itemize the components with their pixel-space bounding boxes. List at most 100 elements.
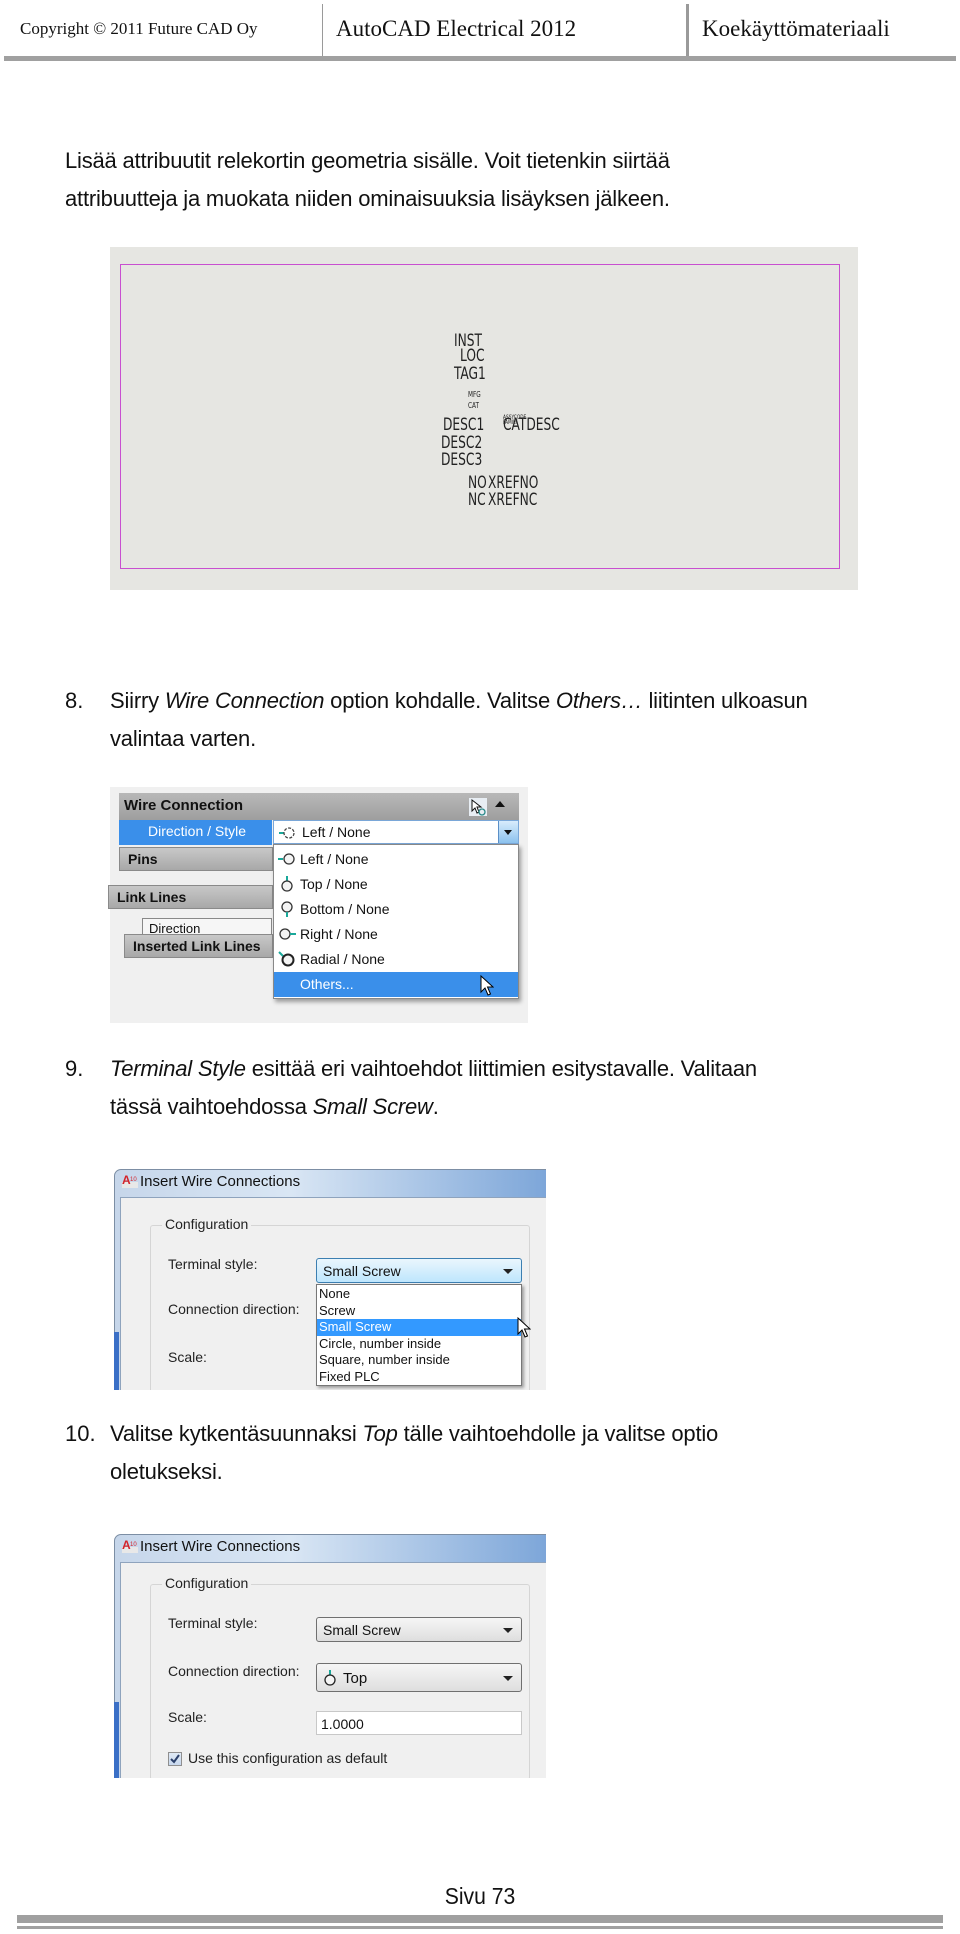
mouse-cursor-icon bbox=[480, 974, 495, 997]
left-connection-icon bbox=[278, 825, 296, 846]
configuration-group-label: Configuration bbox=[162, 1575, 252, 1591]
option-label: Right / None bbox=[300, 926, 378, 942]
step-9-emphasis: Terminal Style bbox=[110, 1056, 246, 1081]
option-none[interactable]: None bbox=[317, 1286, 521, 1303]
bottom-connection-icon bbox=[278, 901, 296, 917]
svg-text:10: 10 bbox=[130, 1177, 137, 1183]
page-header: Copyright © 2011 Future CAD Oy AutoCAD E… bbox=[0, 0, 960, 62]
pick-icon[interactable] bbox=[469, 798, 487, 816]
section-link-lines-label: Link Lines bbox=[117, 889, 187, 905]
terminal-style-label: Terminal style: bbox=[168, 1615, 258, 1631]
wire-connection-title: Wire Connection bbox=[124, 797, 244, 814]
option-top-none[interactable]: Top / None bbox=[274, 872, 518, 897]
header-divider bbox=[686, 4, 689, 58]
option-label: Left / None bbox=[300, 851, 369, 867]
autocad-app-icon: A 10 bbox=[122, 1538, 138, 1553]
attr-cat: CAT bbox=[468, 401, 479, 410]
scale-value: 1.0000 bbox=[321, 1716, 364, 1732]
step-9-text-part: esittää eri vaihtoehdot liittimien esity… bbox=[245, 1056, 757, 1081]
header-rule bbox=[4, 56, 956, 61]
attr-mfg: MFG bbox=[468, 390, 481, 399]
autocad-app-icon: A 10 bbox=[122, 1173, 138, 1188]
page-number: Sivu 73 bbox=[444, 1883, 516, 1909]
step-10-emphasis: Top bbox=[362, 1421, 398, 1446]
checkmark-icon bbox=[170, 1754, 180, 1764]
option-left-none[interactable]: Left / None bbox=[274, 847, 518, 872]
mouse-cursor-icon bbox=[517, 1316, 532, 1339]
option-label: Others... bbox=[300, 976, 354, 992]
cad-attribute-figure: INST LOC TAG1 MFG CAT ASSYCODE FAMILY DE… bbox=[110, 247, 858, 590]
chevron-down-icon bbox=[503, 1628, 513, 1633]
direction-style-value: Left / None bbox=[302, 824, 371, 840]
scale-input[interactable]: 1.0000 bbox=[316, 1711, 522, 1735]
terminal-style-combo[interactable]: Small Screw bbox=[316, 1258, 522, 1283]
connection-direction-label: Connection direction: bbox=[168, 1301, 300, 1317]
collapse-up-icon[interactable] bbox=[495, 801, 505, 807]
use-as-default-checkbox[interactable] bbox=[168, 1752, 182, 1766]
header-subtitle: Koekäyttömateriaali bbox=[702, 16, 890, 41]
chevron-down-icon bbox=[503, 1269, 513, 1274]
section-pins[interactable]: Pins bbox=[119, 847, 273, 871]
option-circle-number-inside[interactable]: Circle, number inside bbox=[317, 1336, 521, 1353]
step-8-number: 8. bbox=[65, 688, 84, 713]
scale-label: Scale: bbox=[168, 1349, 207, 1365]
step-8-text-part: Siirry bbox=[110, 688, 165, 713]
svg-text:10: 10 bbox=[130, 1542, 137, 1548]
option-bottom-none[interactable]: Bottom / None bbox=[274, 897, 518, 922]
header-divider bbox=[322, 4, 323, 58]
step-8-text-part: option kohdalle. Valitse bbox=[324, 688, 556, 713]
section-inserted-link-lines-label: Inserted Link Lines bbox=[133, 938, 261, 954]
scale-label: Scale: bbox=[168, 1709, 207, 1725]
chevron-down-icon bbox=[504, 830, 512, 835]
step-9-emphasis: Small Screw bbox=[312, 1094, 433, 1119]
section-pins-label: Pins bbox=[128, 851, 158, 867]
terminal-style-dropdown-list: None Screw Small Screw Circle, number in… bbox=[316, 1284, 522, 1386]
option-small-screw[interactable]: Small Screw bbox=[317, 1319, 521, 1336]
header-copyright: Copyright © 2011 Future CAD Oy bbox=[20, 19, 258, 38]
direction-style-label: Direction / Style bbox=[148, 823, 247, 839]
step-9-text-part: . bbox=[432, 1094, 439, 1119]
connection-direction-value: Top bbox=[343, 1670, 368, 1687]
step-10-text-part: tälle vaihtoehdolle ja valitse optio bbox=[397, 1421, 719, 1446]
option-right-none[interactable]: Right / None bbox=[274, 922, 518, 947]
configuration-group-label: Configuration bbox=[162, 1216, 252, 1232]
dropdown-button[interactable] bbox=[498, 821, 518, 843]
option-label: Top / None bbox=[300, 876, 368, 892]
connection-direction-combo[interactable]: Top bbox=[316, 1663, 522, 1692]
left-connection-icon bbox=[278, 851, 296, 867]
insert-wire-connections-dialog-default: A 10 Insert Wire Connections Configuratio… bbox=[110, 1522, 546, 1778]
step-10-text-part: oletukseksi. bbox=[110, 1459, 223, 1484]
wire-connection-screenshot: Wire Connection Direction / Style Left /… bbox=[108, 787, 528, 1023]
attr-tag1: TAG1 bbox=[454, 364, 486, 384]
dialog-title: Insert Wire Connections bbox=[140, 1538, 301, 1555]
option-label: Bottom / None bbox=[300, 901, 390, 917]
connection-direction-label: Connection direction: bbox=[168, 1663, 300, 1679]
direction-style-combo[interactable]: Left / None bbox=[273, 820, 519, 844]
section-inserted-link-lines[interactable]: Inserted Link Lines bbox=[124, 934, 273, 958]
option-label: Radial / None bbox=[300, 951, 385, 967]
step-8-text: Siirry Wire Connection option kohdalle. … bbox=[110, 682, 940, 758]
attr-catdesc: CATDESC bbox=[503, 415, 560, 435]
step-8-text-part: valintaa varten. bbox=[110, 726, 256, 751]
step-9-number: 9. bbox=[65, 1056, 84, 1081]
terminal-style-label: Terminal style: bbox=[168, 1256, 258, 1272]
intro-line-1: Lisää attribuutit relekortin geometria s… bbox=[65, 148, 670, 173]
option-radial-none[interactable]: Radial / None bbox=[274, 947, 518, 972]
attr-xrefnc: XREFNC bbox=[488, 490, 538, 510]
terminal-style-value: Small Screw bbox=[323, 1622, 401, 1638]
wire-connection-header[interactable]: Wire Connection bbox=[119, 793, 519, 820]
insert-wire-connections-dialog-terminal-style: A 10 Insert Wire Connections Configuratio… bbox=[110, 1157, 546, 1390]
section-link-lines[interactable]: Link Lines bbox=[108, 885, 273, 909]
option-fixed-plc[interactable]: Fixed PLC bbox=[317, 1369, 521, 1386]
direction-style-row[interactable]: Direction / Style bbox=[119, 820, 272, 845]
step-10-text-part: Valitse kytkentäsuunnaksi bbox=[110, 1421, 363, 1446]
option-square-number-inside[interactable]: Square, number inside bbox=[317, 1352, 521, 1369]
dialog-side-strip bbox=[114, 1332, 119, 1390]
option-screw[interactable]: Screw bbox=[317, 1303, 521, 1320]
step-9-text: Terminal Style esittää eri vaihtoehdot l… bbox=[110, 1050, 940, 1126]
step-9-text-part: tässä vaihtoehdossa bbox=[110, 1094, 313, 1119]
top-connection-icon bbox=[278, 876, 296, 892]
footer-rule bbox=[17, 1926, 943, 1929]
terminal-style-combo[interactable]: Small Screw bbox=[316, 1617, 522, 1642]
top-connection-icon bbox=[323, 1670, 337, 1691]
